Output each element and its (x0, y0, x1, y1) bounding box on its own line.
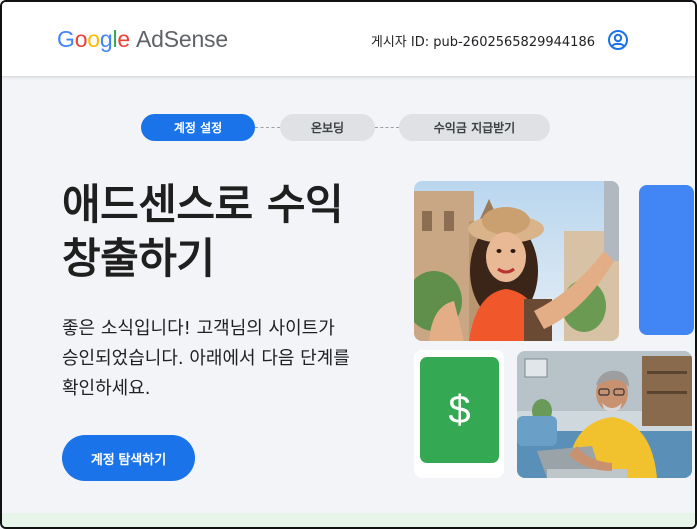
footer-strip (2, 513, 695, 527)
step-get-paid[interactable]: 수익금 지급받기 (399, 114, 550, 141)
step-connector (375, 127, 399, 128)
account-circle-icon[interactable] (607, 29, 629, 51)
logo-letter: o (74, 26, 88, 52)
step-onboarding[interactable]: 온보딩 (280, 114, 375, 141)
explore-account-button[interactable]: 계정 탐색하기 (62, 435, 195, 481)
adsense-logo[interactable]: Google AdSense (57, 26, 228, 53)
step-account-setup[interactable]: 계정 설정 (141, 114, 255, 141)
title-line: 애드센스로 수익 (62, 180, 344, 229)
top-header: Google AdSense 게시자 ID: pub-26025658299441… (2, 2, 695, 77)
adsense-page: Google AdSense 게시자 ID: pub-26025658299441… (0, 0, 697, 529)
logo-letter: g (99, 26, 113, 52)
dollar-sign-icon: $ (420, 357, 499, 463)
description-line: 승인되었습니다. 아래에서 다음 단계를 (62, 348, 350, 369)
hero-description: 좋은 소식입니다! 고객님의 사이트가 승인되었습니다. 아래에서 다음 단계를… (62, 314, 402, 404)
logo-product: AdSense (136, 26, 228, 52)
logo-letter: G (57, 26, 75, 52)
title-line: 창출하기 (62, 234, 215, 283)
woman-selfie-photo (414, 181, 619, 341)
logo-letter: o (87, 26, 100, 52)
decorative-blue-tile (639, 185, 694, 335)
publisher-id: 게시자 ID: pub-2602565829944186 (370, 35, 595, 50)
page-title: 애드센스로 수익 창출하기 (62, 178, 402, 286)
man-laptop-photo (517, 351, 692, 478)
description-line: 좋은 소식입니다! 고객님의 사이트가 (62, 318, 335, 339)
dollar-card: $ (414, 350, 504, 478)
step-connector (255, 127, 280, 128)
logo-letter: e (117, 26, 130, 52)
description-line: 확인하세요. (62, 378, 151, 399)
